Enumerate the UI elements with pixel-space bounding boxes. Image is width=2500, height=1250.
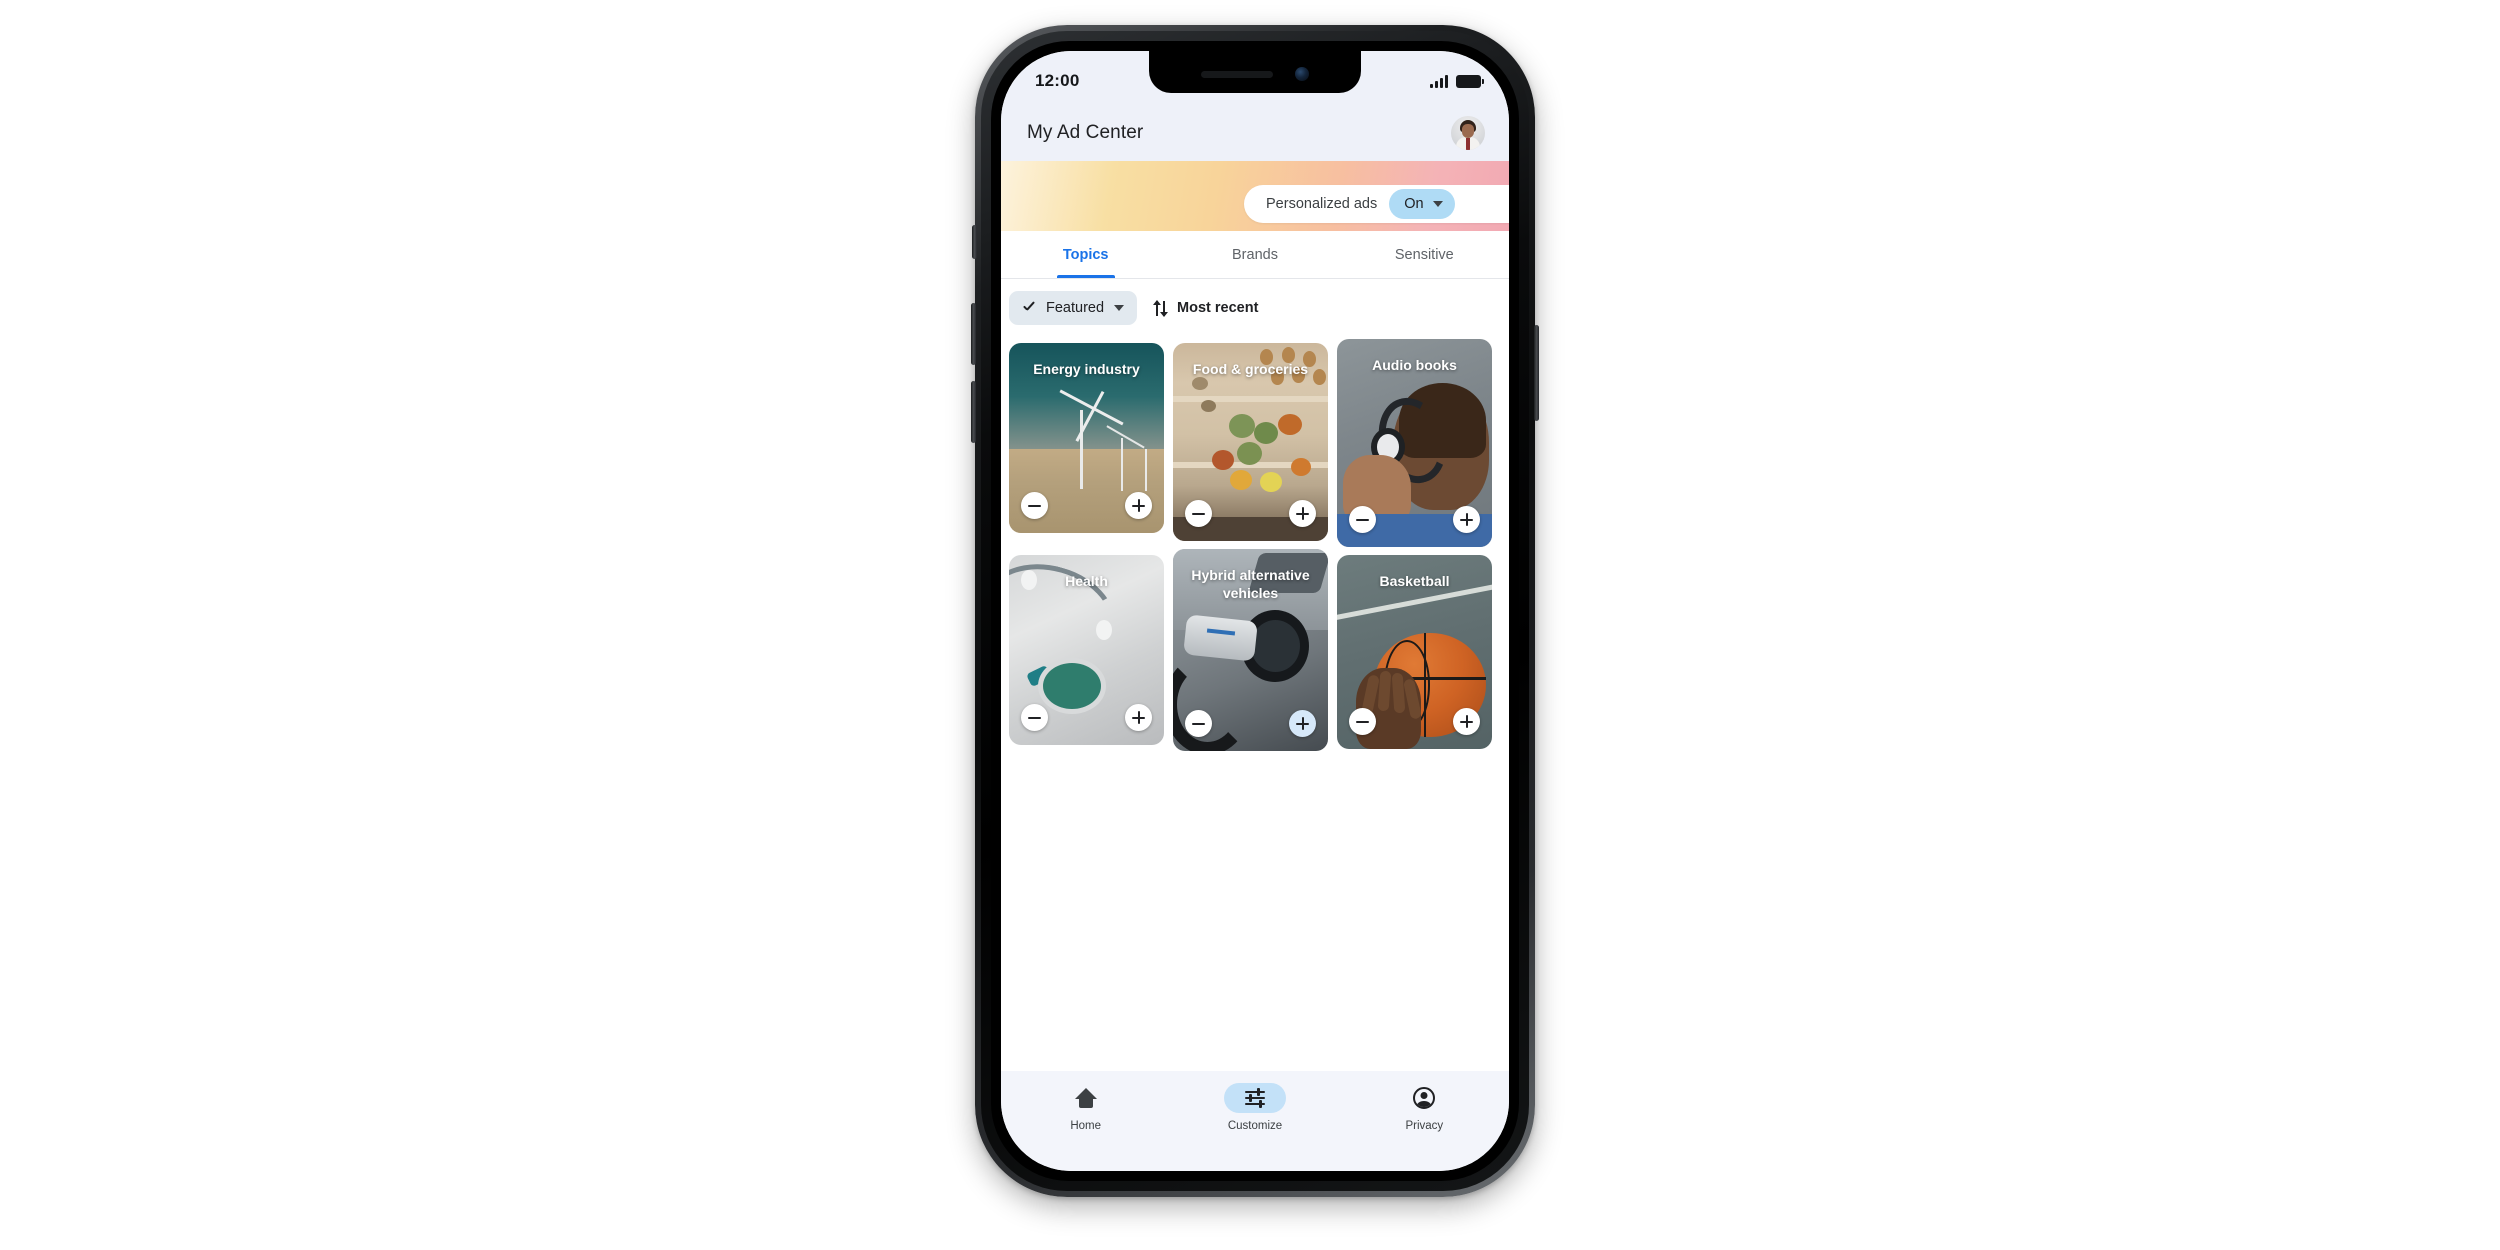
personalized-ads-toggle[interactable]: On — [1389, 189, 1455, 219]
tab-brands[interactable]: Brands — [1170, 231, 1339, 278]
user-avatar[interactable] — [1451, 116, 1485, 150]
like-button[interactable] — [1125, 492, 1152, 519]
card-actions — [1173, 710, 1328, 737]
notch — [1149, 51, 1361, 93]
earpiece-speaker — [1201, 70, 1273, 78]
phone-frame: 12:00 My Ad Center Personalized ads On T… — [971, 25, 1539, 1197]
sort-arrows-icon — [1153, 299, 1169, 317]
bottom-navigation: Home Customize Privacy — [1001, 1071, 1509, 1171]
featured-label: Featured — [1046, 300, 1105, 316]
most-recent-sort-button[interactable]: Most recent — [1145, 299, 1266, 317]
topic-card-health[interactable]: Health — [1009, 555, 1164, 745]
dislike-button[interactable] — [1185, 500, 1212, 527]
dislike-button[interactable] — [1021, 492, 1048, 519]
power-button[interactable] — [1534, 325, 1539, 421]
card-title: Basketball — [1379, 573, 1450, 589]
like-button[interactable] — [1453, 708, 1480, 735]
volume-down-button[interactable] — [971, 381, 976, 443]
chevron-down-icon — [1114, 305, 1125, 311]
card-actions — [1173, 500, 1328, 527]
tab-bar: Topics Brands Sensitive — [1001, 231, 1509, 279]
dislike-button[interactable] — [1021, 704, 1048, 731]
battery-full-icon — [1456, 74, 1484, 88]
topic-card-hybrid-alternative-vehicles[interactable]: Hybrid alternative vehicles — [1173, 549, 1328, 751]
nav-label-home: Home — [1070, 1120, 1101, 1132]
volume-up-button[interactable] — [971, 303, 976, 365]
nav-pill-customize — [1223, 1083, 1286, 1113]
account-icon — [1413, 1087, 1436, 1109]
toggle-value: On — [1404, 196, 1424, 212]
card-actions — [1337, 708, 1492, 735]
app-bar: My Ad Center — [1001, 105, 1509, 161]
page-title: My Ad Center — [1027, 122, 1144, 143]
nav-item-home[interactable]: Home — [1001, 1083, 1170, 1132]
home-icon — [1074, 1088, 1097, 1108]
like-button[interactable] — [1289, 500, 1316, 527]
nav-pill-privacy — [1393, 1083, 1455, 1113]
topic-card-food-groceries[interactable]: Food & groceries — [1173, 343, 1328, 541]
check-icon — [1022, 301, 1036, 315]
card-actions — [1009, 492, 1164, 519]
most-recent-label: Most recent — [1177, 300, 1259, 316]
card-title: Hybrid alternative vehicles — [1191, 567, 1310, 601]
dislike-button[interactable] — [1185, 710, 1212, 737]
nav-label-customize: Customize — [1227, 1120, 1283, 1132]
like-button[interactable] — [1289, 710, 1316, 737]
card-actions — [1009, 704, 1164, 731]
status-time: 12:00 — [1035, 71, 1080, 90]
dislike-button[interactable] — [1349, 506, 1376, 533]
tab-topics[interactable]: Topics — [1001, 231, 1170, 278]
nav-item-customize[interactable]: Customize — [1170, 1083, 1339, 1132]
topic-card-energy-industry[interactable]: Energy industry — [1009, 343, 1164, 533]
card-title: Energy industry — [1033, 361, 1140, 377]
personalized-ads-pill[interactable]: Personalized ads On — [1244, 185, 1509, 223]
signal-bars-icon — [1430, 74, 1448, 88]
phone-screen: 12:00 My Ad Center Personalized ads On T… — [1001, 51, 1509, 1171]
nav-item-privacy[interactable]: Privacy — [1340, 1083, 1509, 1132]
card-title: Health — [1065, 573, 1108, 589]
card-actions — [1337, 506, 1492, 533]
topic-card-audio-books[interactable]: Audio books — [1337, 339, 1492, 547]
nav-label-privacy: Privacy — [1405, 1120, 1444, 1132]
front-camera-icon — [1295, 67, 1309, 81]
nav-pill-home — [1055, 1083, 1117, 1113]
tab-sensitive[interactable]: Sensitive — [1340, 231, 1509, 278]
card-title: Audio books — [1372, 357, 1457, 373]
status-indicators — [1430, 74, 1484, 88]
dislike-button[interactable] — [1349, 708, 1376, 735]
topic-cards-grid: Energy industry Food & groceries Audio b… — [1001, 337, 1509, 815]
like-button[interactable] — [1125, 704, 1152, 731]
topic-card-basketball[interactable]: Basketball — [1337, 555, 1492, 749]
phone-bezel: 12:00 My Ad Center Personalized ads On T… — [991, 41, 1519, 1181]
like-button[interactable] — [1453, 506, 1480, 533]
card-title: Food & groceries — [1192, 361, 1309, 377]
silent-switch[interactable] — [972, 225, 977, 259]
tune-icon — [1244, 1088, 1265, 1108]
filter-row: Featured Most recent — [1001, 279, 1509, 337]
personalized-ads-label: Personalized ads — [1266, 196, 1378, 212]
chevron-down-icon — [1432, 201, 1443, 207]
featured-filter-chip[interactable]: Featured — [1009, 291, 1138, 325]
